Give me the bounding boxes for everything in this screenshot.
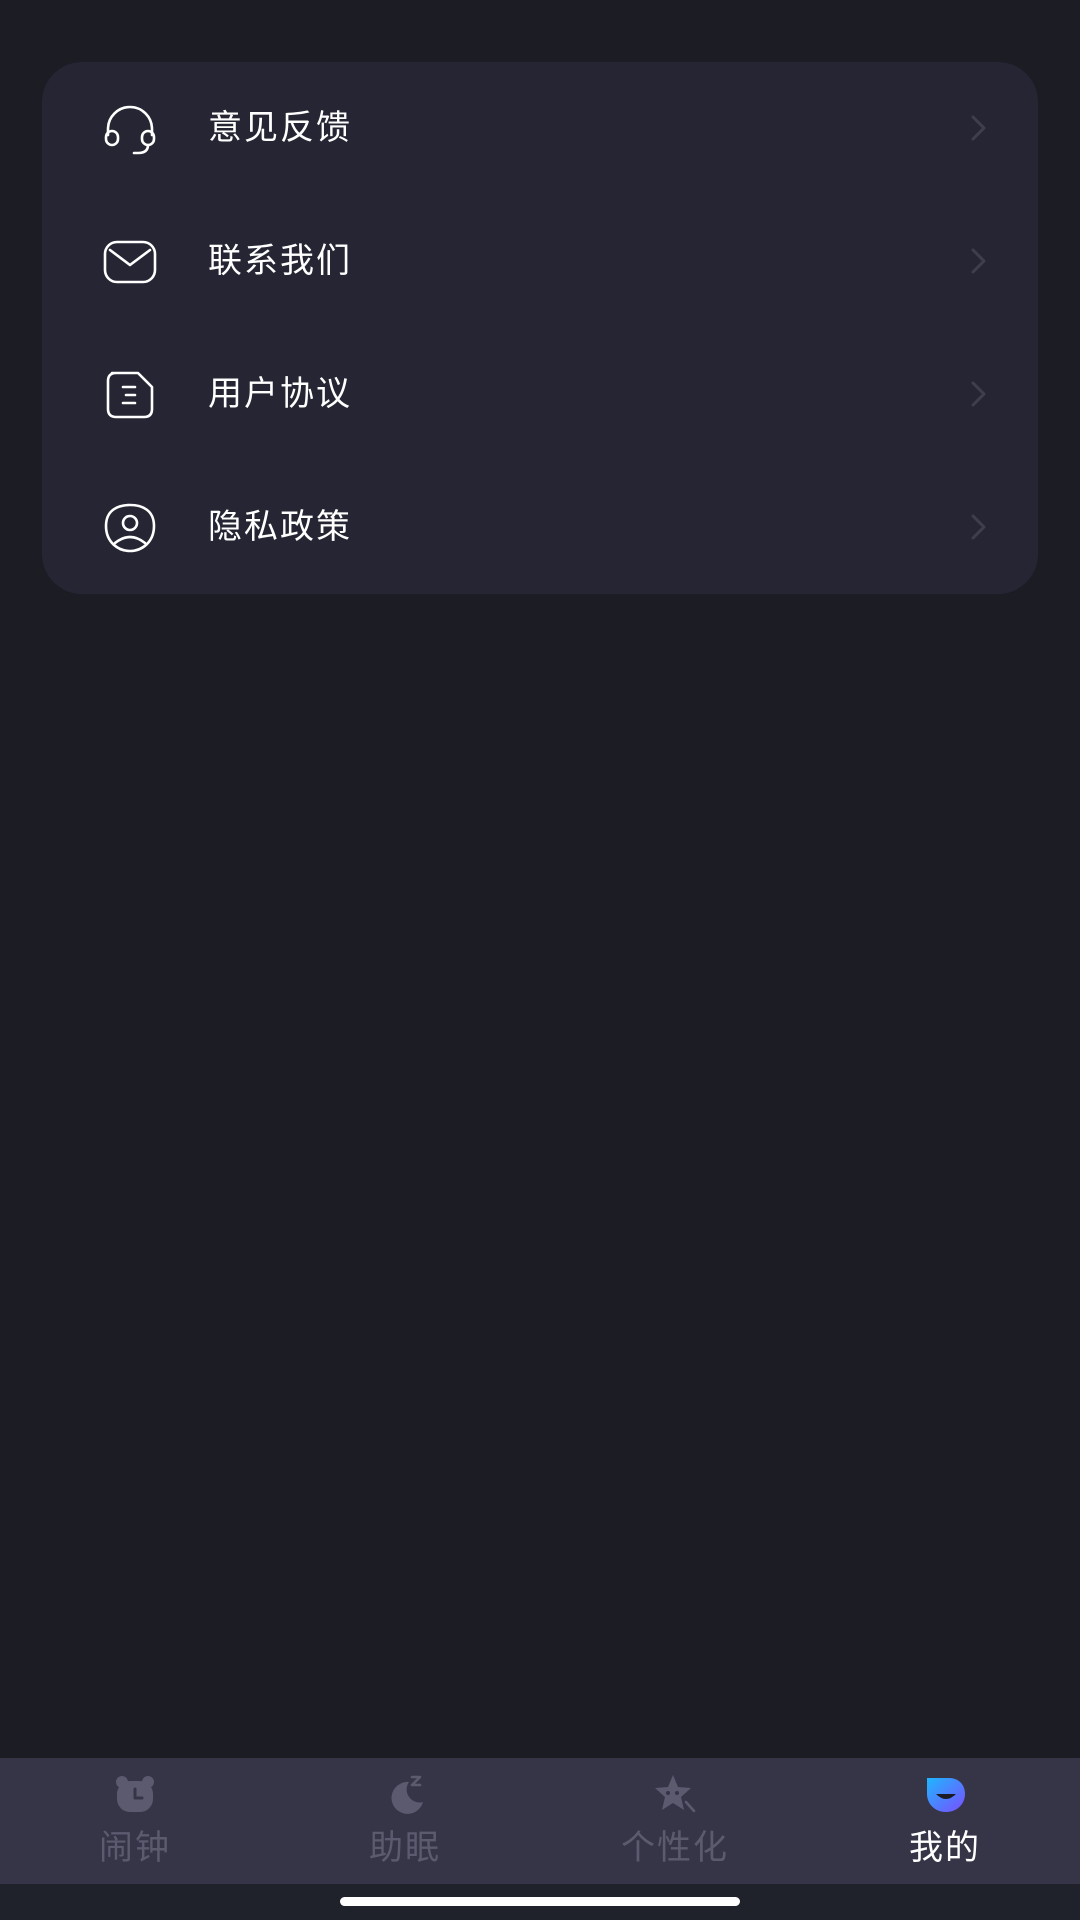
- profile-smile-icon: [923, 1772, 967, 1816]
- tab-label: 闹钟: [99, 1828, 171, 1868]
- tab-label: 个性化: [621, 1828, 729, 1868]
- tab-label: 助眠: [369, 1828, 441, 1868]
- moon-sleep-icon: [383, 1772, 427, 1816]
- menu-item-privacy-policy[interactable]: 隐私政策: [42, 461, 1038, 594]
- menu-item-user-agreement[interactable]: 用户协议: [42, 328, 1038, 461]
- headset-icon: [102, 101, 158, 157]
- tab-personalize[interactable]: 个性化: [540, 1758, 810, 1884]
- alarm-bear-icon: [113, 1772, 157, 1816]
- document-icon: [102, 367, 158, 423]
- tab-sleep-aid[interactable]: 助眠: [270, 1758, 540, 1884]
- menu-item-label: 意见反馈: [208, 108, 352, 148]
- menu-item-contact-us[interactable]: 联系我们: [42, 195, 1038, 328]
- star-face-icon: [653, 1772, 697, 1816]
- tab-mine[interactable]: 我的: [810, 1758, 1080, 1884]
- menu-item-label: 联系我们: [208, 241, 352, 281]
- chevron-right-icon: [962, 112, 994, 144]
- tab-alarm[interactable]: 闹钟: [0, 1758, 270, 1884]
- chevron-right-icon: [962, 511, 994, 543]
- settings-menu-card: 意见反馈 联系我们 用户协议 隐私政策: [42, 62, 1038, 594]
- bottom-tab-bar: 闹钟 助眠 个性化 我的: [0, 1758, 1080, 1884]
- user-shield-icon: [102, 500, 158, 556]
- tab-label: 我的: [909, 1828, 981, 1868]
- chevron-right-icon: [962, 245, 994, 277]
- menu-item-label: 隐私政策: [208, 507, 352, 547]
- menu-item-feedback[interactable]: 意见反馈: [42, 62, 1038, 195]
- chevron-right-icon: [962, 378, 994, 410]
- home-indicator[interactable]: [340, 1897, 740, 1906]
- menu-item-label: 用户协议: [208, 374, 352, 414]
- mail-icon: [102, 234, 158, 290]
